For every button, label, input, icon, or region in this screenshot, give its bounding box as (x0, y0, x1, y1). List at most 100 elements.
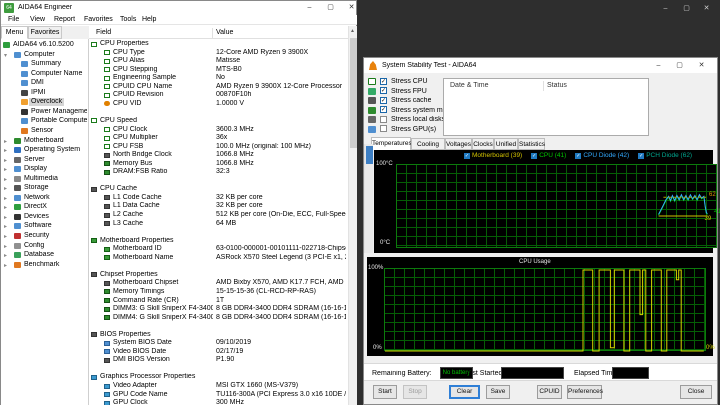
field-row[interactable]: L1 Data Cache32 KB per core (89, 202, 349, 211)
tree-expander-closed-icon[interactable]: ▸ (4, 176, 7, 183)
tree-expander-closed-icon[interactable]: ▸ (4, 233, 7, 240)
tab-statistics[interactable]: Statistics (518, 138, 545, 150)
field-row[interactable]: CPU SteppingMTS-B0 (89, 66, 349, 75)
tree-item-software[interactable]: ▸Software (1, 222, 89, 231)
menu-item-report[interactable]: Report (52, 15, 77, 25)
field-row[interactable]: CPU Speed (89, 117, 349, 126)
sst-titlebar[interactable]: System Stability Test - AIDA64 – ▢ ✕ (364, 58, 717, 73)
field-row[interactable]: Memory Timings15-15-15-36 (CL-RCD-RP-RAS… (89, 288, 349, 297)
field-row[interactable]: Engineering SampleNo (89, 74, 349, 83)
field-row[interactable]: Memory Bus1066.8 MHz (89, 160, 349, 169)
tree-item-sensor[interactable]: Sensor (1, 127, 89, 136)
field-scrollbar-thumb[interactable] (350, 38, 357, 148)
tree-expander-closed-icon[interactable]: ▸ (4, 138, 7, 145)
close-button[interactable]: Close (680, 385, 712, 399)
field-row[interactable]: CPU FSB100.0 MHz (original: 100 MHz) (89, 143, 349, 152)
tree-item-computer[interactable]: ▾Computer (1, 51, 89, 60)
sst-minimize-button[interactable]: – (648, 59, 669, 72)
stress-checkbox[interactable]: ✓ (380, 78, 387, 85)
field-row[interactable]: Chipset Properties (89, 271, 349, 280)
tree-item-aida64-v6-10-5200[interactable]: AIDA64 v6.10.5200 (1, 41, 89, 50)
field-row[interactable]: CPU Multiplier36x (89, 134, 349, 143)
stress-checkbox[interactable] (380, 125, 387, 132)
tree-item-dmi[interactable]: DMI (1, 79, 89, 88)
main-titlebar[interactable]: 64 AIDA64 Engineer – ▢ ✕ (1, 1, 356, 15)
field-row[interactable]: CPUID Revision00870F10h (89, 91, 349, 100)
tab-voltages[interactable]: Voltages (445, 138, 472, 150)
bg-close-button[interactable]: ✕ (696, 2, 717, 15)
tree-expander-closed-icon[interactable]: ▸ (4, 166, 7, 173)
menu-item-tools[interactable]: Tools (118, 15, 138, 25)
tree-item-operating-system[interactable]: ▸Operating System (1, 146, 89, 155)
field-row[interactable]: Command Rate (CR)1T (89, 297, 349, 306)
field-row[interactable]: CPU Properties (89, 40, 349, 49)
main-maximize-button[interactable]: ▢ (320, 1, 341, 14)
sst-maximize-button[interactable]: ▢ (669, 59, 690, 72)
pane-tab-menu[interactable]: Menu (1, 26, 28, 39)
tree-expander-closed-icon[interactable]: ▸ (4, 223, 7, 230)
tree-expander-closed-icon[interactable]: ▸ (4, 243, 7, 250)
legend-checkbox[interactable]: ✓ (464, 153, 470, 159)
field-row[interactable]: CPUID CPU NameAMD Ryzen 9 3900X 12-Core … (89, 83, 349, 92)
tree-item-portable-computer[interactable]: Portable Computer (1, 117, 89, 126)
tree-expander-closed-icon[interactable]: ▸ (4, 185, 7, 192)
field-row[interactable]: Video AdapterMSI GTX 1660 (MS-V379) (89, 382, 349, 391)
clear-button[interactable]: Clear (449, 385, 480, 399)
field-row[interactable]: Motherboard ID63-0100-000001-00101111-02… (89, 245, 349, 254)
field-column-header[interactable]: Field (96, 29, 111, 36)
field-row[interactable]: North Bridge Clock1066.8 MHz (89, 151, 349, 160)
tab-clocks[interactable]: Clocks (472, 138, 494, 150)
menu-item-favorites[interactable]: Favorites (82, 15, 115, 25)
field-row[interactable]: CPU AliasMatisse (89, 57, 349, 66)
tree-expander-closed-icon[interactable]: ▸ (4, 252, 7, 259)
menu-item-file[interactable]: File (6, 15, 21, 25)
field-row[interactable]: L2 Cache512 KB per core (On-Die, ECC, Fu… (89, 211, 349, 220)
field-row[interactable]: L3 Cache64 MB (89, 220, 349, 229)
field-row[interactable]: CPU Cache (89, 185, 349, 194)
tree-expander-closed-icon[interactable]: ▸ (4, 147, 7, 154)
field-row[interactable]: CPU Clock3600.3 MHz (89, 126, 349, 135)
stress-checkbox[interactable] (380, 116, 387, 123)
legend-checkbox[interactable]: ✓ (531, 153, 537, 159)
tree-item-server[interactable]: ▸Server (1, 156, 89, 165)
tree-item-config[interactable]: ▸Config (1, 242, 89, 251)
tree-expander-closed-icon[interactable]: ▸ (4, 157, 7, 164)
tab-temperatures[interactable]: Temperatures (371, 137, 411, 150)
tab-cooling-fans[interactable]: Cooling Fans (411, 138, 445, 150)
pane-tab-favorites[interactable]: Favorites (28, 26, 62, 39)
tree-item-display[interactable]: ▸Display (1, 165, 89, 174)
field-row[interactable]: CPU Type12-Core AMD Ryzen 9 3900X (89, 49, 349, 58)
tree-item-directx[interactable]: ▸DirectX (1, 203, 89, 212)
main-minimize-button[interactable]: – (299, 1, 320, 14)
tree-item-benchmark[interactable]: ▸Benchmark (1, 261, 89, 270)
log-listbox[interactable]: Date & Time Status (443, 78, 649, 136)
field-row[interactable]: Motherboard Properties (89, 237, 349, 246)
tree-item-power-management[interactable]: Power Management (1, 108, 89, 117)
tree-expander-closed-icon[interactable]: ▸ (4, 214, 7, 221)
menu-item-view[interactable]: View (28, 15, 47, 25)
field-row[interactable]: DIMM4: G Skill SniperX F4-3400C16-8GSXW8… (89, 314, 349, 323)
field-row[interactable]: System BIOS Date09/10/2019 (89, 339, 349, 348)
field-row[interactable]: GPU Code NameTU116-300A (PCI Express 3.0… (89, 391, 349, 400)
tree-expander-closed-icon[interactable]: ▸ (4, 262, 7, 269)
bg-maximize-button[interactable]: ▢ (676, 2, 697, 15)
graph-scrollbar[interactable] (364, 144, 373, 253)
field-scrollbar[interactable]: ▲ (348, 26, 357, 405)
menu-item-help[interactable]: Help (140, 15, 158, 25)
legend-checkbox[interactable]: ✓ (575, 153, 581, 159)
field-row[interactable]: L1 Code Cache32 KB per core (89, 194, 349, 203)
value-column-header[interactable]: Value (216, 29, 233, 36)
tree-expander-closed-icon[interactable]: ▸ (4, 204, 7, 211)
stress-checkbox[interactable]: ✓ (380, 87, 387, 94)
start-button[interactable]: Start (373, 385, 397, 399)
tree-item-storage[interactable]: ▸Storage (1, 184, 89, 193)
graph-scrollbar-thumb[interactable] (366, 146, 373, 164)
tree-item-computer-name[interactable]: Computer Name (1, 70, 89, 79)
log-col-divider[interactable] (543, 81, 544, 91)
log-col-datetime[interactable]: Date & Time (450, 82, 489, 89)
main-close-button[interactable]: ✕ (341, 1, 362, 14)
cpuid-button[interactable]: CPUID (537, 385, 562, 399)
column-divider[interactable] (212, 28, 213, 38)
tree-item-summary[interactable]: Summary (1, 60, 89, 69)
tree-item-network[interactable]: ▸Network (1, 194, 89, 203)
